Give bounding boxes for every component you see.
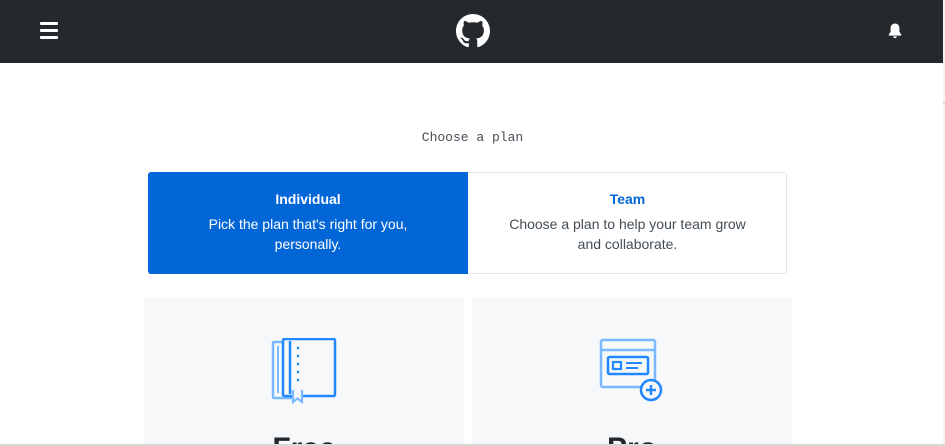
tab-individual-description: Pick the plan that's right for you, pers…: [208, 216, 408, 252]
github-logo-icon[interactable]: [456, 14, 490, 48]
page-heading: Choose a plan: [421, 130, 524, 145]
bell-icon[interactable]: [885, 21, 905, 41]
tab-team[interactable]: Team Choose a plan to help your team gro…: [468, 172, 787, 274]
tab-team-title: Team: [609, 191, 646, 207]
top-navigation-bar: [0, 0, 943, 63]
plan-type-tabs: Individual Pick the plan that's right fo…: [148, 172, 787, 274]
tab-individual-title: Individual: [275, 191, 341, 207]
tab-individual[interactable]: Individual Pick the plan that's right fo…: [148, 172, 468, 274]
tab-team-description: Choose a plan to help your team grow and…: [509, 216, 746, 252]
plan-card-free[interactable]: Free: [144, 298, 464, 446]
plan-card-pro[interactable]: Pro: [472, 298, 792, 446]
id-card-plus-icon: [599, 338, 663, 402]
books-icon: [271, 338, 337, 404]
hamburger-menu-icon[interactable]: [36, 19, 62, 41]
